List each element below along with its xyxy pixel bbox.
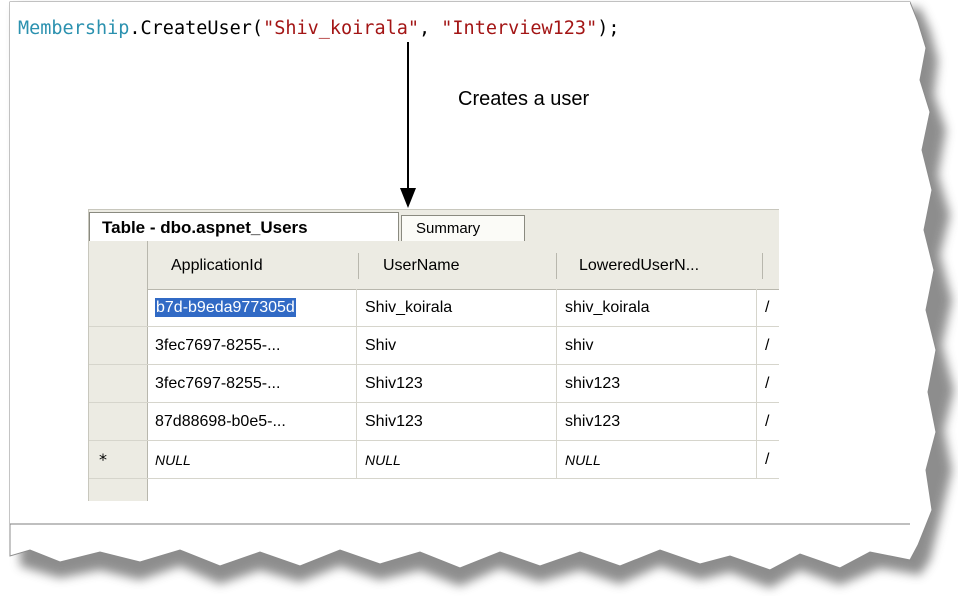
cell-username[interactable]: Shiv123 <box>357 403 557 441</box>
code-method: CreateUser( <box>140 18 264 39</box>
cell-applicationid[interactable]: NULL <box>147 441 357 479</box>
cell-lowereduser[interactable]: shiv123 <box>557 403 757 441</box>
code-dot: . <box>129 18 141 39</box>
down-arrow-icon <box>400 42 416 208</box>
code-arg-username: "Shiv_koirala" <box>263 18 419 39</box>
row-selector[interactable] <box>89 327 147 365</box>
cell-username[interactable]: NULL <box>357 441 557 479</box>
annotation-label: Creates a user <box>458 88 590 110</box>
cell-lowereduser[interactable]: NULL <box>557 441 757 479</box>
row-selector[interactable] <box>89 289 147 327</box>
cell-applicationid[interactable]: 3fec7697-8255-... <box>147 327 357 365</box>
cell-lowereduser[interactable]: shiv_koirala <box>557 289 757 327</box>
code-close: ); <box>597 18 620 39</box>
document-tab-strip: Table - dbo.aspnet_Users Summary <box>88 209 779 242</box>
screenshot-stage: Membership.CreateUser("Shiv_koirala", "I… <box>0 0 958 596</box>
row-selector[interactable] <box>89 365 147 403</box>
cell-applicationid[interactable]: b7d-b9eda977305d <box>147 289 357 327</box>
cell-username[interactable]: Shiv123 <box>357 365 557 403</box>
row-selector[interactable] <box>89 403 147 441</box>
cell-username[interactable]: Shiv <box>357 327 557 365</box>
code-snippet: Membership.CreateUser("Shiv_koirala", "I… <box>18 18 620 39</box>
cell-lowereduser[interactable]: shiv <box>557 327 757 365</box>
cell-next[interactable]: / <box>757 403 779 441</box>
cell-username[interactable]: Shiv_koirala <box>357 289 557 327</box>
code-object: Membership <box>18 18 130 39</box>
column-header-next[interactable]: I <box>769 253 779 279</box>
column-header-applicationid[interactable]: ApplicationId <box>159 253 359 279</box>
cell-lowereduser[interactable]: shiv123 <box>557 365 757 403</box>
cell-text: b7d-b9eda977305d <box>155 298 296 317</box>
cell-next[interactable]: / <box>757 365 779 403</box>
tab-table-aspnet-users[interactable]: Table - dbo.aspnet_Users <box>89 212 399 242</box>
code-arg-password: "Interview123" <box>441 18 598 39</box>
results-grid: ApplicationId UserName LoweredUserN... I… <box>88 241 779 501</box>
column-header-username[interactable]: UserName <box>371 253 557 279</box>
tab-summary[interactable]: Summary <box>401 215 525 242</box>
cell-next[interactable]: / <box>757 327 779 365</box>
cell-next[interactable]: / <box>757 441 779 479</box>
column-header-loweredusername[interactable]: LoweredUserN... <box>567 253 763 279</box>
new-row-marker[interactable]: * <box>89 441 147 479</box>
cell-applicationid[interactable]: 87d88698-b0e5-... <box>147 403 357 441</box>
cell-next[interactable]: / <box>757 289 779 327</box>
cell-applicationid[interactable]: 3fec7697-8255-... <box>147 365 357 403</box>
code-comma: , <box>419 18 442 39</box>
